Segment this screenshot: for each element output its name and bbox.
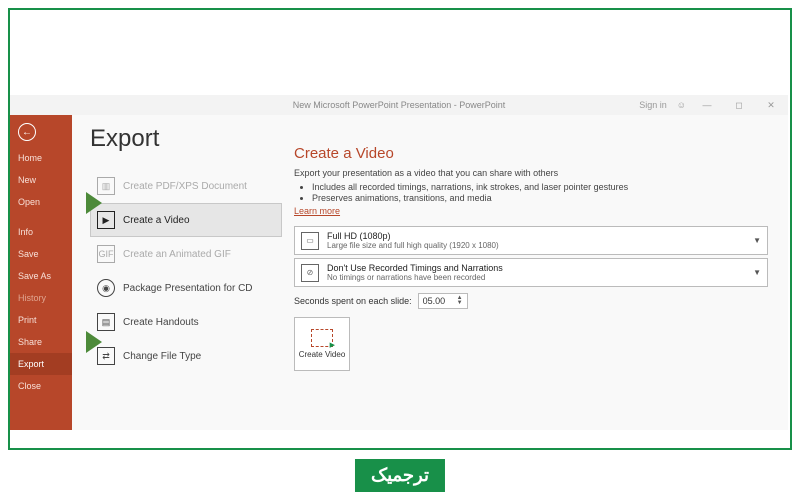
detail-heading: Create a Video bbox=[294, 145, 768, 162]
export-options-column: Export ▥ Create PDF/XPS Document ▶ Creat… bbox=[72, 115, 282, 430]
export-pdf-xps[interactable]: ▥ Create PDF/XPS Document bbox=[90, 169, 282, 203]
create-video-button[interactable]: Create Video bbox=[294, 317, 350, 371]
sidebar-item-history[interactable]: History bbox=[10, 287, 72, 309]
export-animated-gif[interactable]: GIF Create an Animated GIF bbox=[90, 237, 282, 271]
sidebar-item-close[interactable]: Close bbox=[10, 375, 72, 397]
chevron-down-icon: ▼ bbox=[753, 236, 761, 245]
annotation-arrow-1 bbox=[60, 188, 102, 218]
sidebar-item-saveas[interactable]: Save As bbox=[10, 265, 72, 287]
titlebar: New Microsoft PowerPoint Presentation - … bbox=[10, 95, 788, 115]
back-button[interactable]: ← bbox=[18, 123, 36, 141]
detail-bullets: Includes all recorded timings, narration… bbox=[312, 182, 768, 203]
quality-dropdown[interactable]: ▭ Full HD (1080p) Large file size and fu… bbox=[294, 226, 768, 255]
monitor-icon: ▭ bbox=[301, 232, 319, 250]
export-package-cd[interactable]: ◉ Package Presentation for CD bbox=[90, 271, 282, 305]
gif-icon: GIF bbox=[97, 245, 115, 263]
sidebar-item-info[interactable]: Info bbox=[10, 221, 72, 243]
export-create-video[interactable]: ▶ Create a Video bbox=[90, 203, 282, 237]
seconds-label: Seconds spent on each slide: bbox=[294, 296, 412, 306]
signin-link[interactable]: Sign in bbox=[639, 100, 667, 110]
backstage-sidebar: ← Home New Open Info Save Save As Histor… bbox=[10, 115, 72, 430]
sidebar-item-home[interactable]: Home bbox=[10, 147, 72, 169]
account-icon[interactable]: ☺ bbox=[677, 100, 686, 110]
close-button[interactable]: ✕ bbox=[760, 100, 782, 111]
export-detail-pane: Create a Video Export your presentation … bbox=[282, 115, 788, 430]
watermark-badge: ترجمیک bbox=[355, 459, 445, 492]
export-change-filetype[interactable]: ⇄ Change File Type bbox=[90, 339, 282, 373]
maximize-button[interactable]: ◻ bbox=[728, 100, 750, 111]
export-handouts[interactable]: ▤ Create Handouts bbox=[90, 305, 282, 339]
learn-more-link[interactable]: Learn more bbox=[294, 206, 340, 216]
powerpoint-backstage: New Microsoft PowerPoint Presentation - … bbox=[10, 95, 788, 430]
timings-dropdown[interactable]: ⊘ Don't Use Recorded Timings and Narrati… bbox=[294, 258, 768, 287]
annotation-arrow-2 bbox=[60, 327, 102, 357]
titlebar-right: Sign in ☺ — ◻ ✕ bbox=[639, 100, 782, 111]
chevron-down-icon: ▼ bbox=[753, 268, 761, 277]
cd-icon: ◉ bbox=[97, 279, 115, 297]
create-video-icon bbox=[311, 329, 333, 347]
timings-icon: ⊘ bbox=[301, 264, 319, 282]
spinner-icon[interactable]: ▲▼ bbox=[457, 296, 463, 306]
minimize-button[interactable]: — bbox=[696, 100, 718, 110]
export-title: Export bbox=[90, 125, 282, 153]
seconds-input[interactable]: 05.00 ▲▼ bbox=[418, 293, 468, 309]
main-area: Export ▥ Create PDF/XPS Document ▶ Creat… bbox=[72, 115, 788, 430]
detail-desc: Export your presentation as a video that… bbox=[294, 168, 768, 178]
seconds-row: Seconds spent on each slide: 05.00 ▲▼ bbox=[294, 293, 768, 309]
sidebar-item-save[interactable]: Save bbox=[10, 243, 72, 265]
window-title: New Microsoft PowerPoint Presentation - … bbox=[293, 100, 506, 110]
